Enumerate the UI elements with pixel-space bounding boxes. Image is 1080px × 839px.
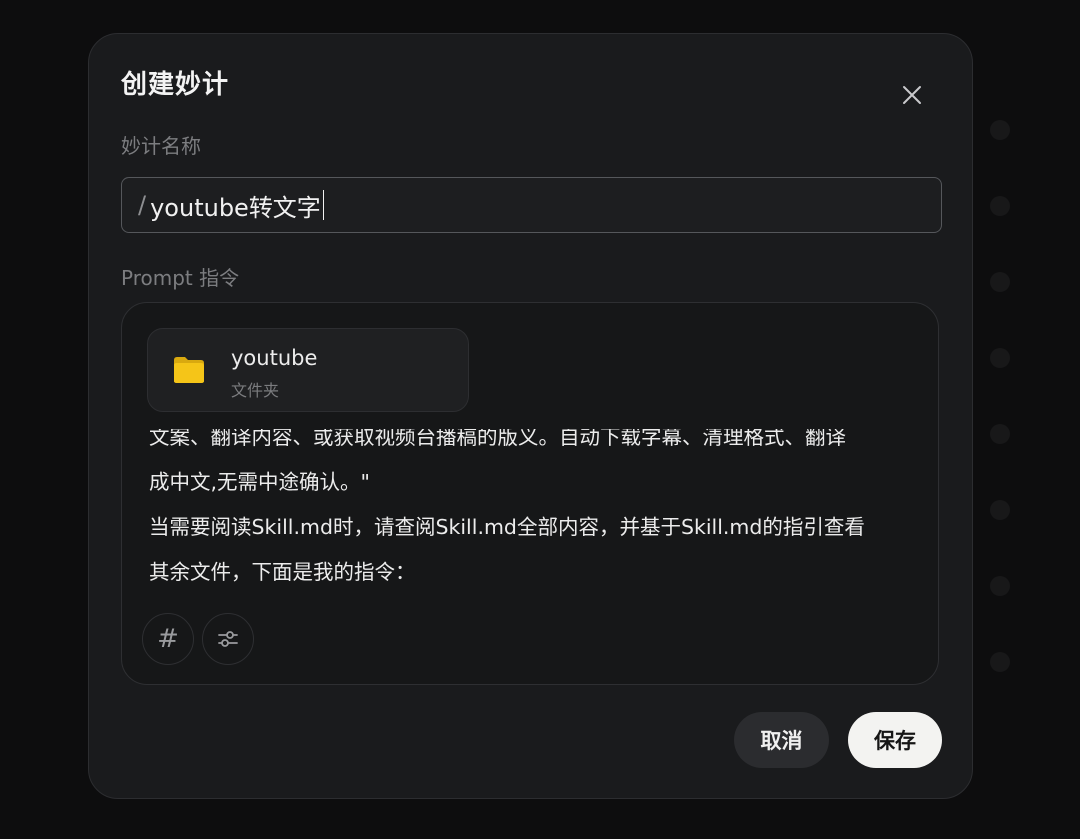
prompt-field-label: Prompt 指令	[121, 266, 240, 290]
hash-icon: #	[157, 624, 179, 654]
prompt-line: 其余文件，下面是我的指令：	[149, 560, 416, 584]
background-item	[990, 424, 1010, 444]
text-caret	[322, 190, 325, 220]
prompt-line: 文案、翻译内容、或获取视频台播稿的版义。自动下载字幕、清理格式、翻译	[149, 429, 846, 449]
folder-icon	[174, 357, 204, 383]
background-item	[990, 576, 1010, 596]
close-icon	[903, 86, 921, 104]
hashtag-button[interactable]: #	[142, 613, 194, 665]
settings-button[interactable]	[202, 613, 254, 665]
name-prefix: /	[138, 191, 147, 219]
background-item	[990, 500, 1010, 520]
attachment-type: 文件夹	[231, 381, 280, 400]
name-input[interactable]: / youtube转文字	[121, 177, 942, 233]
prompt-text: 文案、翻译内容、或获取视频台播稿的版义。自动下载字幕、清理格式、翻译 成中文,无…	[149, 429, 919, 589]
sliders-icon	[218, 631, 238, 647]
background-item	[990, 652, 1010, 672]
attachment-name: youtube	[231, 346, 318, 370]
create-dialog: 创建妙计 妙计名称 / youtube转文字 Prompt 指令 youtube…	[88, 33, 973, 799]
cancel-button[interactable]: 取消	[734, 712, 829, 768]
prompt-line: 当需要阅读Skill.md时，请查阅Skill.md全部内容，并基于Skill.…	[149, 515, 865, 539]
name-input-value: youtube转文字	[150, 193, 321, 222]
prompt-text-area[interactable]: 文案、翻译内容、或获取视频台播稿的版义。自动下载字幕、清理格式、翻译 成中文,无…	[122, 429, 938, 589]
background-item	[990, 120, 1010, 140]
close-button[interactable]	[897, 80, 927, 110]
background-item	[990, 272, 1010, 292]
background-item	[990, 196, 1010, 216]
name-field-label: 妙计名称	[121, 134, 201, 158]
prompt-line: 成中文,无需中途确认。"	[149, 470, 370, 494]
dialog-title: 创建妙计	[121, 70, 230, 100]
background-item	[990, 348, 1010, 368]
attachment-card[interactable]: youtube 文件夹	[147, 328, 469, 412]
save-button[interactable]: 保存	[848, 712, 942, 768]
prompt-editor[interactable]: youtube 文件夹 文案、翻译内容、或获取视频台播稿的版义。自动下载字幕、清…	[121, 302, 939, 685]
